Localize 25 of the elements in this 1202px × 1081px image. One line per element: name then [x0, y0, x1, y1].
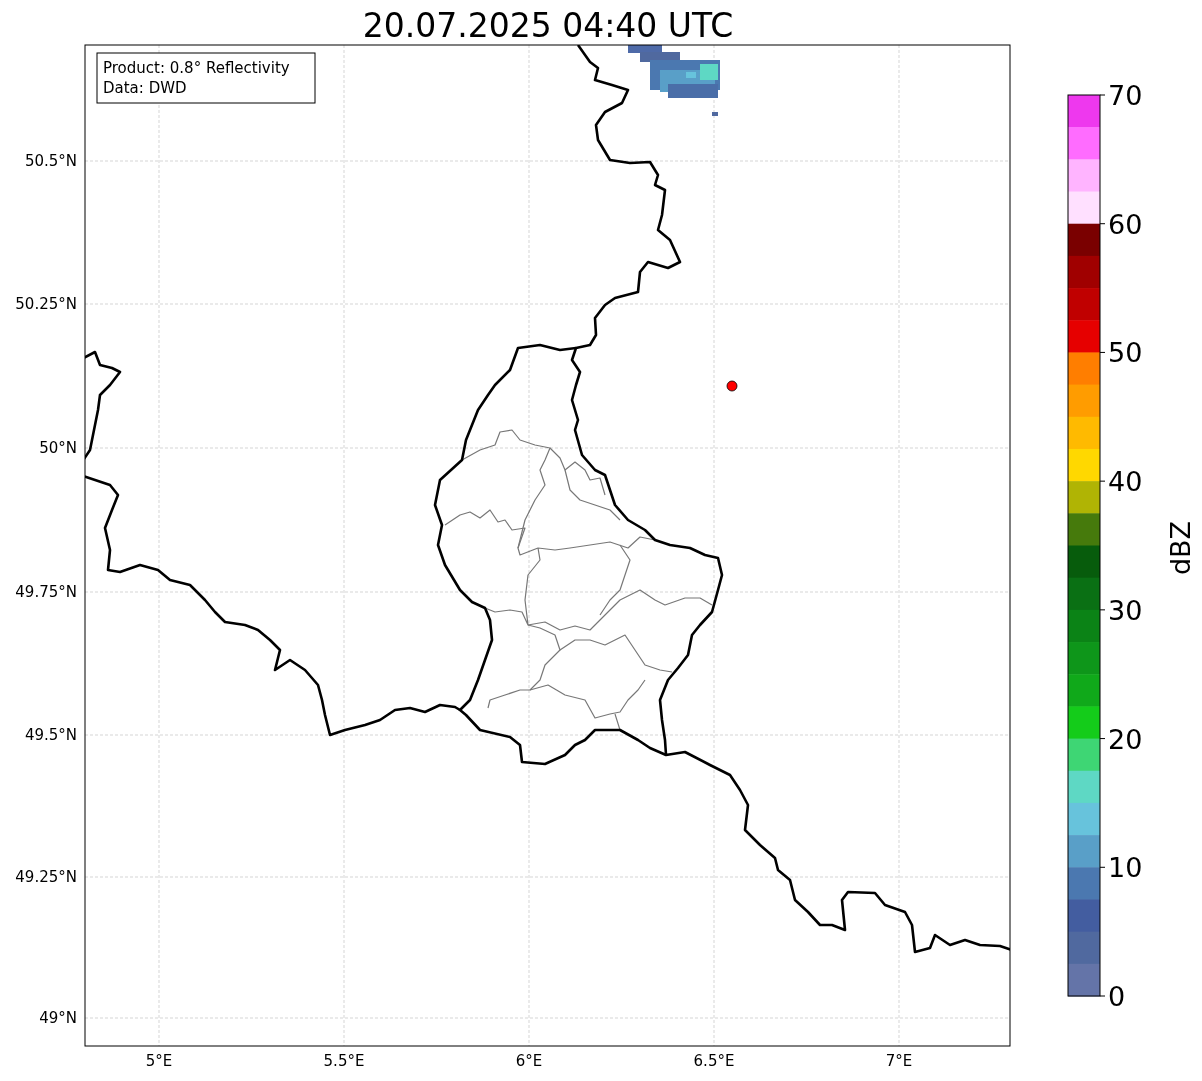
latitude-label: 49.25°N — [15, 868, 77, 886]
latitude-label: 50.5°N — [24, 152, 77, 170]
latitude-label: 49.75°N — [15, 583, 77, 601]
colorbar-tick-label: 10 — [1108, 852, 1143, 884]
radar-site-marker — [726, 380, 738, 392]
colorbar-tick-label: 20 — [1108, 723, 1143, 755]
colorbar-label: dBZ — [1165, 520, 1196, 576]
longitude-label: 6.5°E — [693, 1052, 735, 1070]
longitude-label: 6°E — [515, 1052, 543, 1070]
colorbar-tick-label: 0 — [1108, 981, 1126, 1012]
colorbar-tick-label: 60 — [1108, 208, 1143, 240]
info-text: Product: 0.8° Reflectivity — [103, 59, 290, 77]
latitude-label: 49.5°N — [24, 726, 77, 744]
colorbar-tick-label: 40 — [1108, 466, 1143, 498]
latitude-label: 49°N — [39, 1009, 77, 1027]
info-text: Data: DWD — [103, 79, 187, 97]
latitude-label: 50°N — [39, 439, 77, 457]
longitude-label: 5°E — [145, 1052, 173, 1070]
colorbar-tick-label: 70 — [1108, 80, 1143, 111]
longitude-label: 5.5°E — [323, 1052, 365, 1070]
colorbar-tick-label: 30 — [1108, 594, 1143, 626]
colorbar-tick-label: 50 — [1108, 337, 1143, 369]
latitude-label: 50.25°N — [15, 295, 77, 313]
longitude-label: 7°E — [885, 1052, 913, 1070]
chart-title: 20.07.2025 04:40 UTC — [362, 6, 734, 45]
